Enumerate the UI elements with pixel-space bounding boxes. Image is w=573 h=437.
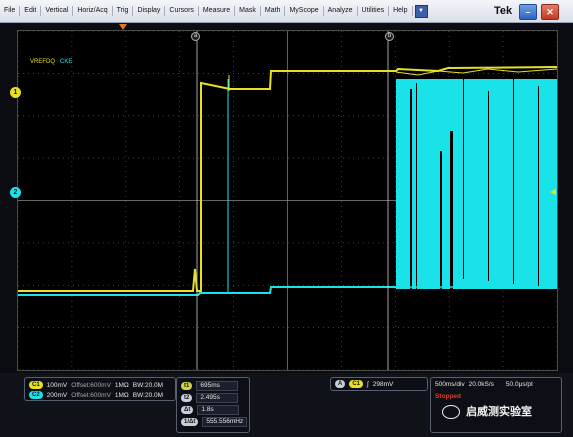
- horizontal-scale: 500ms/div: [435, 381, 465, 388]
- menu-help[interactable]: Help: [389, 6, 413, 16]
- ch1-scale: 100mV: [46, 381, 68, 389]
- brand-logo: Tek: [494, 5, 513, 17]
- ch2-scale: 200mV: [46, 391, 68, 399]
- delta-t-tag: Δt: [181, 406, 194, 414]
- cursor-b-handle[interactable]: b: [385, 32, 394, 41]
- ch1-coupling: 1MΩ: [114, 381, 129, 389]
- channel-settings-panel[interactable]: C1 100mV Offset:600mV 1MΩ BW:20.0M C2 20…: [24, 377, 176, 401]
- t2-tag: t2: [181, 394, 193, 402]
- resolution: 50.0μs/pt: [505, 381, 533, 388]
- ch2-bandwidth: BW:20.0M: [132, 391, 164, 399]
- ch1-badge[interactable]: C1: [29, 381, 43, 389]
- sample-rate: 20.0kS/s: [468, 381, 494, 388]
- menu-mask[interactable]: Mask: [235, 6, 261, 16]
- ch1-marker[interactable]: 1: [10, 87, 21, 98]
- cursor-a-handle[interactable]: a: [191, 32, 200, 41]
- trigger-position-icon: [119, 24, 127, 30]
- menu-file[interactable]: File: [0, 6, 21, 16]
- waveform-display[interactable]: a b VREFDQ CKE: [17, 30, 558, 371]
- inverse-delta-t-value: 555.556mHz: [202, 417, 248, 427]
- t2-value: 2.495s: [196, 393, 239, 403]
- menu-utilities[interactable]: Utilities: [358, 6, 390, 16]
- ch1-offset: Offset:600mV: [71, 381, 111, 389]
- ch2-offset: Offset:600mV: [71, 391, 111, 399]
- inverse-delta-t-tag: 1/Δt: [181, 418, 199, 426]
- menu-trig[interactable]: Trig: [113, 6, 134, 16]
- menu-horiz-acq[interactable]: Horiz/Acq: [73, 6, 113, 16]
- readout-bar: C1 100mV Offset:600mV 1MΩ BW:20.0M C2 20…: [0, 373, 573, 437]
- ch2-marker[interactable]: 2: [10, 187, 21, 198]
- menu-vertical[interactable]: Vertical: [41, 6, 74, 16]
- close-button[interactable]: ✕: [541, 4, 559, 20]
- menu-math[interactable]: Math: [261, 6, 286, 16]
- graticule: [18, 31, 557, 370]
- trigger-source-badge: C1: [349, 380, 364, 388]
- trigger-mode-badge: A: [335, 380, 346, 388]
- watermark-text: 启威测实验室: [466, 406, 533, 418]
- minimize-button[interactable]: –: [519, 4, 537, 20]
- menu-edit[interactable]: Edit: [20, 6, 42, 16]
- cursor-readout-panel[interactable]: t1 695ms t2 2.495s Δt 1.8s 1/Δt 555.556m…: [176, 377, 250, 433]
- menu-display[interactable]: Display: [133, 6, 166, 16]
- ch1-trace-label: VREFDQ: [30, 59, 56, 65]
- ch1-bandwidth: BW:20.0M: [132, 381, 164, 389]
- help-dropdown-icon[interactable]: ▼: [414, 4, 428, 18]
- t1-tag: t1: [181, 382, 193, 390]
- menu-myscope[interactable]: MyScope: [285, 6, 324, 16]
- menu-analyze[interactable]: Analyze: [324, 6, 358, 16]
- menu-bar: File Edit Vertical Horiz/Acq Trig Displa…: [0, 0, 573, 23]
- watermark: 启威测实验室: [442, 403, 533, 420]
- trigger-slope-icon: ∫: [367, 380, 369, 388]
- menu-cursors[interactable]: Cursors: [165, 6, 199, 16]
- trigger-level: 298mV: [372, 380, 394, 388]
- acquisition-state: Stopped: [435, 393, 461, 400]
- ch2-badge[interactable]: C2: [29, 391, 43, 399]
- ch2-trace-label: CKE: [60, 59, 73, 65]
- wechat-icon: [442, 405, 460, 420]
- t1-value: 695ms: [196, 381, 239, 391]
- ch2-coupling: 1MΩ: [114, 391, 129, 399]
- trigger-level-icon: [550, 189, 556, 195]
- delta-t-value: 1.8s: [197, 405, 240, 415]
- trigger-readout[interactable]: A C1 ∫ 298mV: [330, 377, 428, 391]
- menu-measure[interactable]: Measure: [199, 6, 236, 16]
